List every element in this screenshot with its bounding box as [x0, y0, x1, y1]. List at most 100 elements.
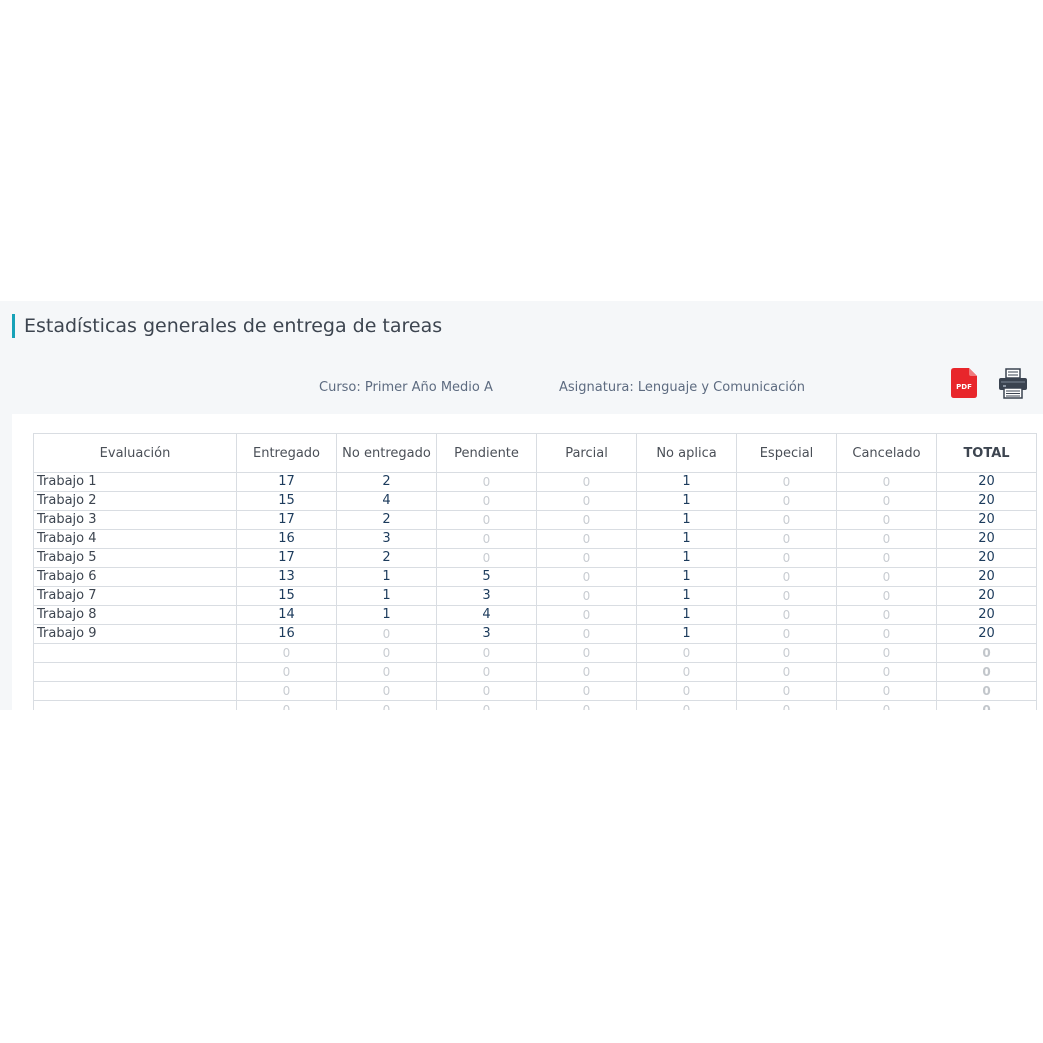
cell-parcial: 0	[536, 662, 637, 682]
col-header-especial: Especial	[736, 433, 837, 473]
cell-pendiente: 0	[436, 491, 537, 511]
cell-especial: 0	[736, 643, 837, 663]
cell-entregado: 13	[236, 567, 337, 587]
cell-especial: 0	[736, 510, 837, 530]
cell-entregado: 17	[236, 510, 337, 530]
print-button[interactable]	[998, 368, 1028, 399]
cell-especial: 0	[736, 491, 837, 511]
cell-total: 20	[936, 491, 1037, 511]
cell-evaluacion: Trabajo 2	[33, 491, 237, 511]
cell-total: 20	[936, 472, 1037, 492]
cell-especial: 0	[736, 662, 837, 682]
cell-cancelado: 0	[836, 567, 937, 587]
cell-pendiente: 0	[436, 472, 537, 492]
table-row: Trabajo 3 17 2 0 0 1 0 0 20	[33, 510, 1037, 530]
cell-especial: 0	[736, 472, 837, 492]
cell-no-aplica: 1	[636, 548, 737, 568]
cell-total: 20	[936, 567, 1037, 587]
col-header-entregado: Entregado	[236, 433, 337, 473]
cell-entregado: 0	[236, 681, 337, 701]
table-row: 00000000	[33, 700, 1037, 710]
cell-parcial: 0	[536, 643, 637, 663]
table-row: Trabajo 6 13 1 5 0 1 0 0 20	[33, 567, 1037, 587]
cell-parcial: 0	[536, 681, 637, 701]
cell-no-entregado: 4	[336, 491, 437, 511]
cell-no-aplica: 1	[636, 491, 737, 511]
col-header-no-aplica: No aplica	[636, 433, 737, 473]
col-header-parcial: Parcial	[536, 433, 637, 473]
cell-cancelado: 0	[836, 700, 937, 710]
cell-especial: 0	[736, 681, 837, 701]
cell-no-entregado: 1	[336, 586, 437, 606]
cell-total: 20	[936, 624, 1037, 644]
cell-no-entregado: 2	[336, 472, 437, 492]
table-row: Trabajo 5 17 2 0 0 1 0 0 20	[33, 548, 1037, 568]
pdf-export-button[interactable]: PDF	[951, 368, 977, 398]
cell-parcial: 0	[536, 472, 637, 492]
cell-cancelado: 0	[836, 624, 937, 644]
cell-no-entregado: 0	[336, 662, 437, 682]
cell-no-aplica: 1	[636, 586, 737, 606]
cell-no-aplica: 1	[636, 529, 737, 549]
pdf-icon: PDF	[951, 368, 977, 398]
cell-entregado: 15	[236, 491, 337, 511]
cell-entregado: 16	[236, 624, 337, 644]
cell-evaluacion	[33, 643, 237, 663]
col-header-pendiente: Pendiente	[436, 433, 537, 473]
cell-parcial: 0	[536, 529, 637, 549]
cell-entregado: 0	[236, 700, 337, 710]
cell-total: 0	[936, 662, 1037, 682]
cell-pendiente: 0	[436, 662, 537, 682]
cell-total: 0	[936, 643, 1037, 663]
page-title: Estadísticas generales de entrega de tar…	[12, 314, 442, 338]
subject-label: Asignatura: Lenguaje y Comunicación	[559, 380, 806, 395]
cell-especial: 0	[736, 548, 837, 568]
table-row: Trabajo 4 16 3 0 0 1 0 0 20	[33, 529, 1037, 549]
cell-no-entregado: 0	[336, 643, 437, 663]
printer-icon	[999, 368, 1027, 399]
cell-no-aplica: 0	[636, 662, 737, 682]
cell-evaluacion: Trabajo 7	[33, 586, 237, 606]
table-row: 00000000	[33, 681, 1037, 701]
table-container: Evaluación Entregado No entregado Pendie…	[12, 414, 1043, 710]
table-row: 00000000	[33, 643, 1037, 663]
cell-especial: 0	[736, 605, 837, 625]
cell-no-entregado: 2	[336, 548, 437, 568]
cell-cancelado: 0	[836, 643, 937, 663]
cell-pendiente: 0	[436, 681, 537, 701]
cell-especial: 0	[736, 529, 837, 549]
cell-pendiente: 5	[436, 567, 537, 587]
cell-entregado: 17	[236, 548, 337, 568]
cell-total: 20	[936, 510, 1037, 530]
cell-no-aplica: 1	[636, 624, 737, 644]
cell-evaluacion: Trabajo 9	[33, 624, 237, 644]
table-row: 00000000	[33, 662, 1037, 682]
cell-parcial: 0	[536, 624, 637, 644]
cell-especial: 0	[736, 700, 837, 710]
cell-evaluacion	[33, 662, 237, 682]
cell-no-aplica: 1	[636, 510, 737, 530]
cell-cancelado: 0	[836, 586, 937, 606]
cell-total: 20	[936, 529, 1037, 549]
cell-parcial: 0	[536, 491, 637, 511]
cell-pendiente: 0	[436, 700, 537, 710]
cell-entregado: 16	[236, 529, 337, 549]
cell-evaluacion	[33, 681, 237, 701]
cell-no-aplica: 0	[636, 643, 737, 663]
cell-cancelado: 0	[836, 510, 937, 530]
cell-no-entregado: 2	[336, 510, 437, 530]
cell-pendiente: 3	[436, 586, 537, 606]
course-label: Curso: Primer Año Medio A	[319, 380, 493, 395]
table-row: Trabajo 8 14 1 4 0 1 0 0 20	[33, 605, 1037, 625]
cell-entregado: 0	[236, 643, 337, 663]
col-header-cancelado: Cancelado	[836, 433, 937, 473]
cell-cancelado: 0	[836, 472, 937, 492]
cell-evaluacion: Trabajo 4	[33, 529, 237, 549]
cell-evaluacion: Trabajo 1	[33, 472, 237, 492]
cell-pendiente: 0	[436, 510, 537, 530]
cell-no-entregado: 0	[336, 681, 437, 701]
cell-total: 0	[936, 681, 1037, 701]
table-row: Trabajo 9 16 0 3 0 1 0 0 20	[33, 624, 1037, 644]
cell-evaluacion: Trabajo 5	[33, 548, 237, 568]
col-header-evaluacion: Evaluación	[33, 433, 237, 473]
